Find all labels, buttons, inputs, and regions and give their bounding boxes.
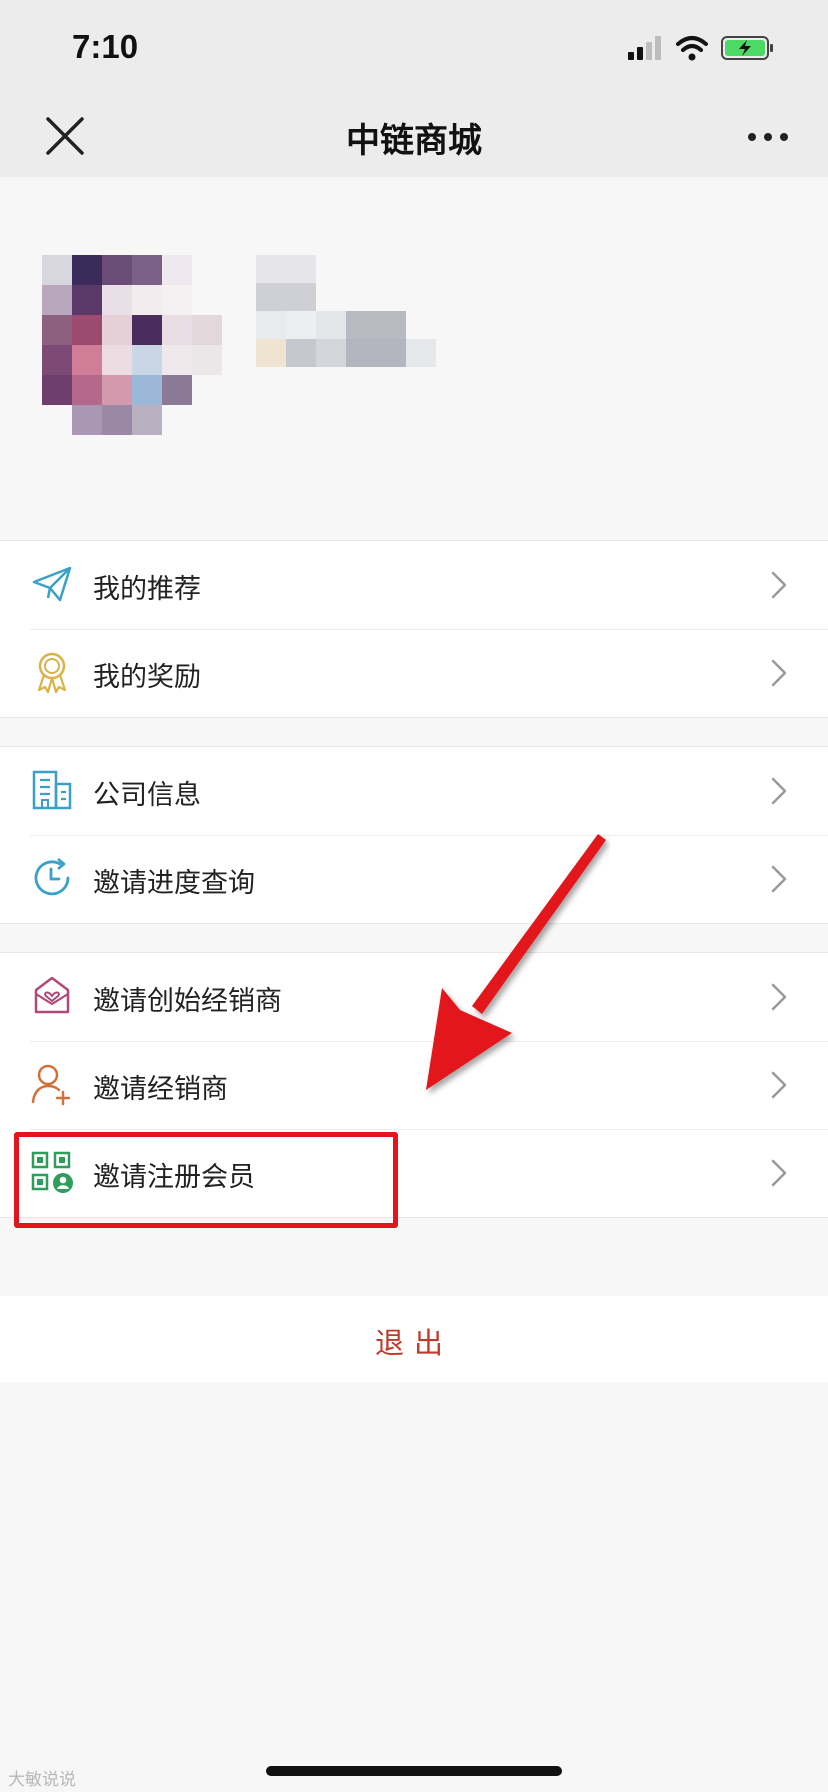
paper-plane-icon — [32, 566, 72, 602]
username-blurred — [256, 255, 436, 367]
watermark: 大敏说说 — [8, 1770, 76, 1790]
menu-item-company-info[interactable]: 公司信息 — [0, 747, 828, 835]
award-medal-icon — [37, 652, 67, 694]
logout-label: 退出 — [374, 1326, 453, 1360]
chevron-right-icon — [771, 777, 787, 805]
menu-item-my-recommendations[interactable]: 我的推荐 — [0, 541, 828, 629]
menu-item-label: 我的推荐 — [93, 574, 201, 605]
wifi-icon — [676, 36, 708, 61]
avatar[interactable] — [42, 255, 228, 435]
menu-item-label: 邀请创始经销商 — [93, 986, 282, 1017]
building-icon — [32, 770, 72, 810]
chevron-right-icon — [771, 1071, 787, 1099]
home-indicator — [266, 1766, 562, 1776]
chevron-right-icon — [771, 571, 787, 599]
nav-bar: 中链商城 — [0, 95, 828, 177]
clock-refresh-icon — [34, 858, 70, 896]
chevron-right-icon — [771, 983, 787, 1011]
logout-button[interactable]: 退出 — [0, 1296, 828, 1382]
profile-header — [0, 177, 828, 540]
cellular-signal-icon — [628, 36, 661, 60]
more-options-icon[interactable] — [744, 117, 792, 157]
status-bar: 7:10 — [0, 0, 828, 95]
chevron-right-icon — [771, 1159, 787, 1187]
highlight-box — [14, 1132, 398, 1228]
chevron-right-icon — [771, 659, 787, 687]
menu-item-label: 我的奖励 — [93, 662, 201, 693]
status-time: 7:10 — [72, 28, 139, 65]
heart-envelope-icon — [34, 976, 70, 1014]
battery-charging-icon — [721, 36, 773, 60]
menu-item-invite-progress[interactable]: 邀请进度查询 — [0, 835, 828, 923]
menu-item-my-rewards[interactable]: 我的奖励 — [0, 629, 828, 717]
add-user-icon — [31, 1064, 71, 1106]
red-arrow-annotation-icon — [426, 834, 606, 1090]
chevron-right-icon — [771, 865, 787, 893]
menu-item-label: 公司信息 — [93, 780, 201, 811]
status-icons — [628, 36, 773, 61]
menu-item-label: 邀请进度查询 — [93, 868, 255, 899]
menu-item-invite-dealer[interactable]: 邀请经销商 — [0, 1041, 828, 1129]
menu-group-rewards: 我的推荐 我的奖励 — [0, 540, 828, 718]
page-title: 中链商城 — [346, 121, 482, 161]
menu-item-invite-founding-dealer[interactable]: 邀请创始经销商 — [0, 953, 828, 1041]
menu-item-label: 邀请经销商 — [93, 1074, 228, 1105]
menu-group-company: 公司信息 邀请进度查询 — [0, 746, 828, 924]
